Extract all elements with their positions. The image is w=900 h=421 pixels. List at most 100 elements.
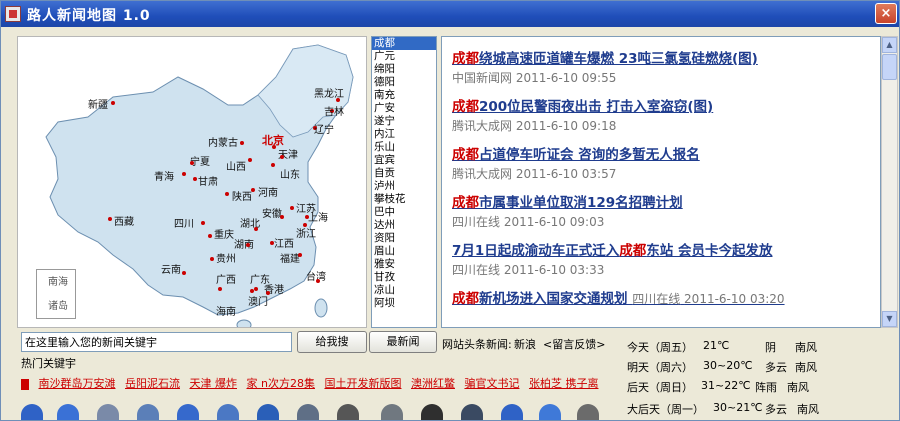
map-city-guizhou[interactable]: 贵州	[216, 250, 236, 265]
scroll-thumb[interactable]	[882, 54, 897, 80]
city-list-item[interactable]: 巴中	[372, 206, 436, 219]
city-list[interactable]: 成都 广元 绵阳 德阳 南充 广安 遂宁 内江 乐山 宜宾 自贡 泸州 攀枝花 …	[371, 36, 437, 328]
feedback-link[interactable]: <留言反馈>	[543, 338, 605, 351]
news-meta: 腾讯大成网 2011-6-10 03:57	[452, 165, 877, 182]
city-list-item-selected[interactable]: 成都	[372, 37, 436, 50]
close-button[interactable]: ×	[875, 3, 897, 24]
city-list-item[interactable]: 凉山	[372, 284, 436, 297]
news-scrollbar[interactable]: ▲ ▼	[881, 36, 898, 328]
scroll-down-arrow-icon[interactable]: ▼	[882, 311, 897, 327]
hot-keyword[interactable]: 骗官文书记	[464, 377, 519, 390]
map-city-sichuan[interactable]: 四川	[174, 215, 194, 230]
clapper-icon[interactable]	[337, 404, 359, 420]
news-title[interactable]: 成都新机场进入国家交通规划 四川在线 2011-6-10 03:20	[452, 287, 877, 307]
city-list-item[interactable]: 乐山	[372, 141, 436, 154]
news-title[interactable]: 成都绕城高速匝道罐车爆燃 23吨三氯氢硅燃烧(图)	[452, 47, 877, 67]
city-list-item[interactable]: 甘孜	[372, 271, 436, 284]
map-city-gansu[interactable]: 甘肃	[198, 173, 218, 188]
city-list-item[interactable]: 绵阳	[372, 63, 436, 76]
map-city-shaanxi[interactable]: 陕西	[232, 188, 252, 203]
city-list-item[interactable]: 眉山	[372, 245, 436, 258]
map-city-aomen[interactable]: 澳门	[248, 293, 268, 308]
map-city-guangxi[interactable]: 广西	[216, 271, 236, 286]
map-city-hainan[interactable]: 海南	[216, 303, 236, 318]
monitor-icon[interactable]	[461, 404, 483, 420]
news-title[interactable]: 成都200位民警雨夜出击 打击入室盗窃(图)	[452, 95, 877, 115]
city-dot	[316, 279, 320, 283]
weather-cond: 阵雨	[755, 381, 777, 394]
city-list-item[interactable]: 自贡	[372, 167, 436, 180]
monitor-icon[interactable]	[297, 404, 319, 420]
sina-link[interactable]: 新浪	[514, 338, 536, 351]
map-city-neimenggu[interactable]: 内蒙古	[208, 134, 238, 149]
hot-keyword[interactable]: 南沙群岛万安滩	[39, 377, 116, 390]
hot-keyword[interactable]: 岳阳泥石流	[125, 377, 180, 390]
map-city-hunan[interactable]: 湖南	[234, 236, 254, 251]
tools-icon[interactable]	[57, 404, 79, 420]
city-list-item[interactable]: 攀枝花	[372, 193, 436, 206]
map-city-jilin[interactable]: 吉林	[324, 103, 344, 118]
city-list-item[interactable]: 内江	[372, 128, 436, 141]
tools-icon[interactable]	[381, 404, 403, 420]
map-city-henan[interactable]: 河南	[258, 184, 278, 199]
map-city-zhejiang[interactable]: 浙江	[296, 225, 316, 240]
news-item[interactable]: 成都200位民警雨夜出击 打击入室盗窃(图) 腾讯大成网 2011-6-10 0…	[452, 95, 877, 134]
city-list-item[interactable]: 达州	[372, 219, 436, 232]
map-city-liaoning[interactable]: 辽宁	[314, 121, 334, 136]
film-icon[interactable]	[97, 404, 119, 420]
map-city-shanghai[interactable]: 上海	[308, 209, 328, 224]
city-list-item[interactable]: 南充	[372, 89, 436, 102]
city-list-item[interactable]: 阿坝	[372, 297, 436, 310]
hot-keyword[interactable]: 澳洲红鳖	[411, 377, 455, 390]
news-item[interactable]: 7月1日起成渝动车正式迁入成都东站 会员卡今起发放 四川在线 2011-6-10…	[452, 239, 877, 278]
map-city-shanxi[interactable]: 山西	[226, 158, 246, 173]
news-item[interactable]: 成都新机场进入国家交通规划 四川在线 2011-6-10 03:20	[452, 287, 877, 307]
hot-keyword[interactable]: 张柏芝 携子离	[529, 377, 599, 390]
map-city-xinjiang[interactable]: 新疆	[88, 96, 108, 111]
map-city-anhui[interactable]: 安徽	[262, 205, 282, 220]
map-city-jiangxi[interactable]: 江西	[274, 235, 294, 250]
play-icon[interactable]	[257, 404, 279, 420]
clapper-icon[interactable]	[421, 404, 443, 420]
globe-icon[interactable]	[501, 404, 523, 420]
city-list-item[interactable]: 宜宾	[372, 154, 436, 167]
china-map[interactable]: 黑龙江 吉林 辽宁 新疆 内蒙古 北京 宁夏 山西 天津 山东 青海 甘肃 陕西	[17, 36, 367, 328]
hot-keyword[interactable]: 天津 爆炸	[190, 377, 238, 390]
news-title[interactable]: 成都占道停车听证会 咨询的多暂无人报名	[452, 143, 877, 163]
scroll-up-arrow-icon[interactable]: ▲	[882, 37, 897, 53]
city-list-item[interactable]: 雅安	[372, 258, 436, 271]
city-list-item[interactable]: 广元	[372, 50, 436, 63]
news-item[interactable]: 成都绕城高速匝道罐车爆燃 23吨三氯氢硅燃烧(图) 中国新闻网 2011-6-1…	[452, 47, 877, 86]
city-dot	[182, 271, 186, 275]
globe-icon[interactable]	[177, 404, 199, 420]
monitor-icon[interactable]	[137, 404, 159, 420]
map-city-qinghai[interactable]: 青海	[154, 168, 174, 183]
news-keyword: 成都	[452, 147, 479, 163]
browser-icon[interactable]	[539, 404, 561, 420]
city-list-item[interactable]: 遂宁	[372, 115, 436, 128]
news-item[interactable]: 成都占道停车听证会 咨询的多暂无人报名 腾讯大成网 2011-6-10 03:5…	[452, 143, 877, 182]
hot-keyword[interactable]: 国土开发新版图	[324, 377, 401, 390]
search-input[interactable]	[21, 332, 292, 352]
hot-keyword[interactable]: 家 n次方28集	[247, 377, 315, 390]
gear-icon[interactable]	[577, 404, 599, 420]
news-source: 腾讯大成网	[452, 119, 513, 133]
city-list-item[interactable]: 德阳	[372, 76, 436, 89]
city-list-item[interactable]: 泸州	[372, 180, 436, 193]
map-city-xizang[interactable]: 西藏	[114, 213, 134, 228]
map-city-yunnan[interactable]: 云南	[161, 261, 181, 276]
search-button[interactable]: 给我搜	[297, 331, 367, 353]
latest-news-button[interactable]: 最新闻	[369, 331, 437, 353]
tools-icon[interactable]	[217, 404, 239, 420]
globe-icon[interactable]	[21, 404, 43, 420]
city-list-item[interactable]: 广安	[372, 102, 436, 115]
map-city-shandong[interactable]: 山东	[280, 166, 300, 181]
news-item[interactable]: 成都市属事业单位取消129名招聘计划 四川在线 2011-6-10 09:03	[452, 191, 877, 230]
news-title[interactable]: 成都市属事业单位取消129名招聘计划	[452, 191, 877, 211]
map-city-fujian[interactable]: 福建	[280, 250, 300, 265]
map-city-heilongjiang[interactable]: 黑龙江	[314, 85, 344, 100]
title-bar[interactable]: 路人新闻地图 1.0 ×	[1, 1, 899, 27]
map-city-chongqing[interactable]: 重庆	[214, 226, 234, 241]
city-list-item[interactable]: 资阳	[372, 232, 436, 245]
news-title[interactable]: 7月1日起成渝动车正式迁入成都东站 会员卡今起发放	[452, 239, 877, 259]
